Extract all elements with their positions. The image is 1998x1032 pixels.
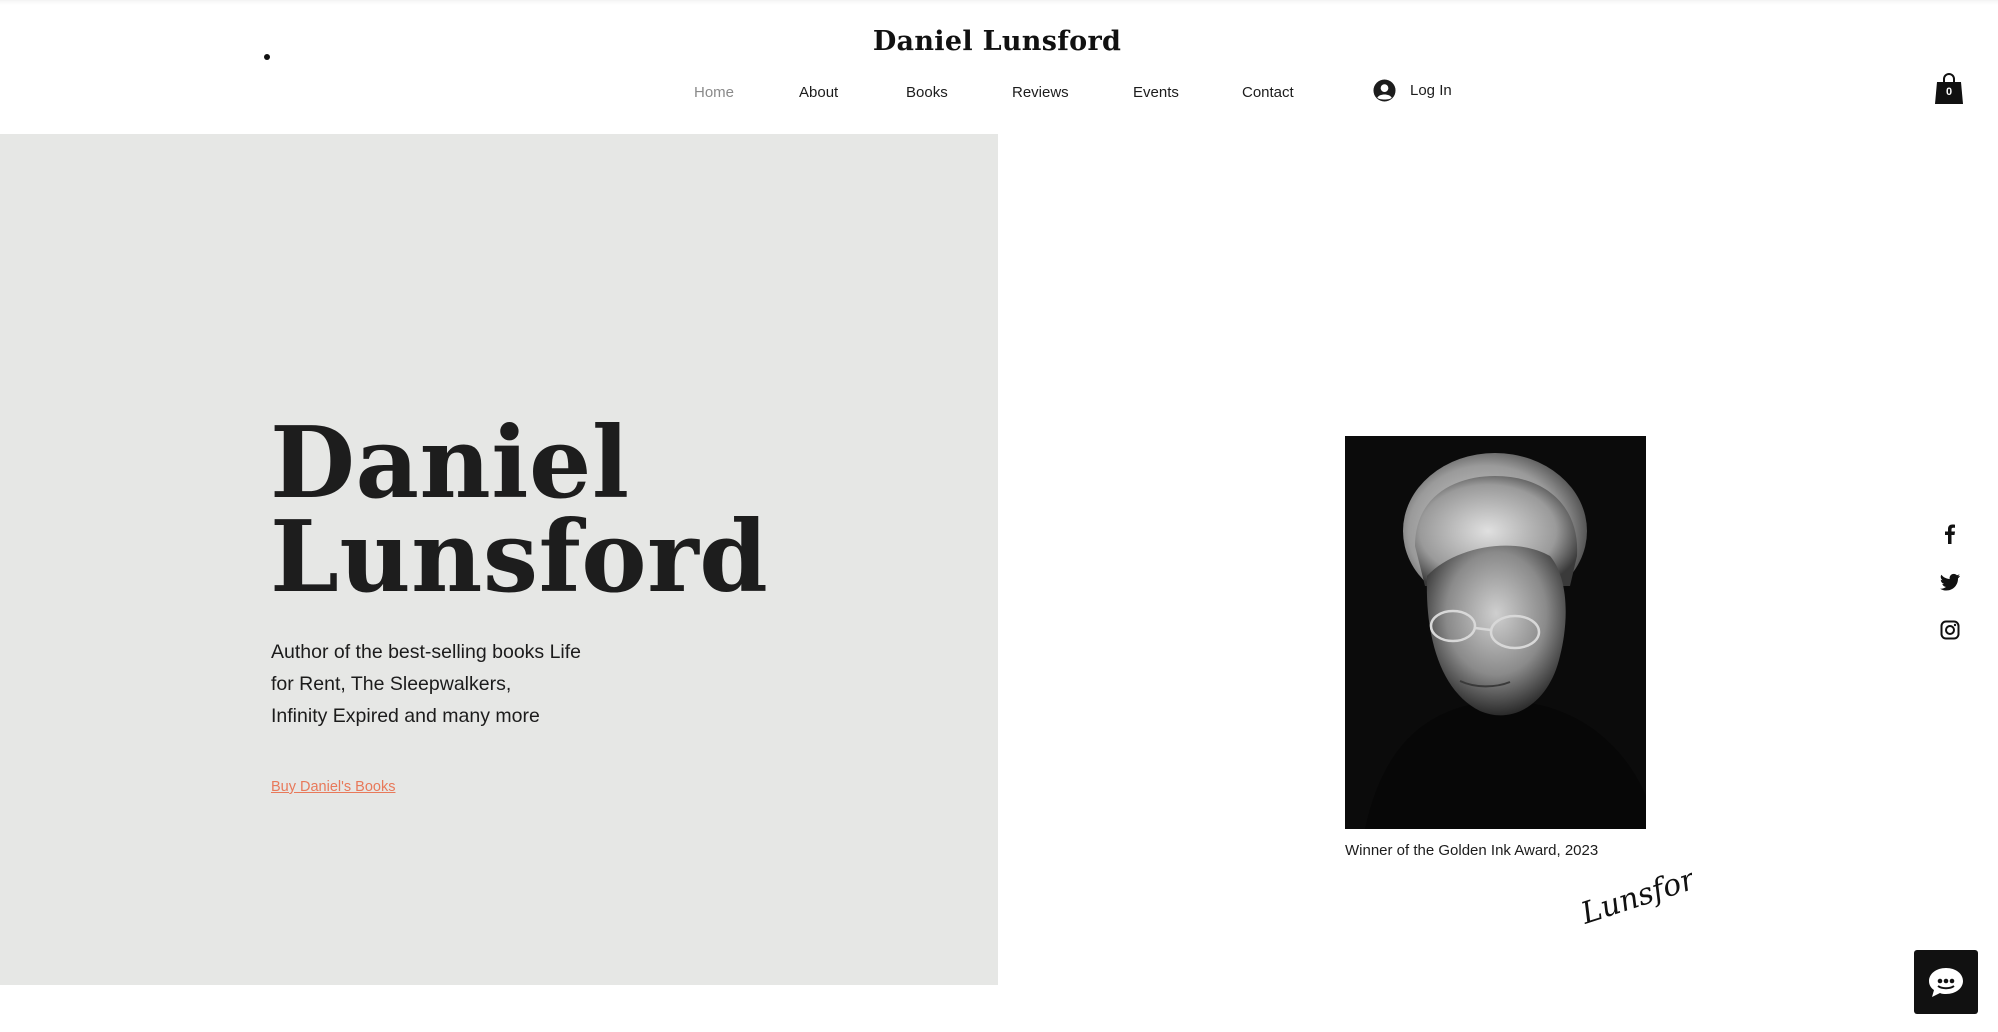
buy-books-link[interactable]: Buy Daniel's Books (271, 779, 395, 795)
user-avatar-icon (1373, 78, 1396, 102)
main-nav: Home About Books Reviews Events Contact (0, 84, 1998, 106)
login-label: Log In (1410, 81, 1452, 99)
twitter-icon (1940, 573, 1960, 591)
nav-item-home[interactable]: Home (694, 84, 734, 101)
cart-button[interactable]: 0 (1934, 72, 1964, 106)
hero-subtitle-line: Infinity Expired and many more (271, 705, 540, 727)
nav-item-books[interactable]: Books (906, 84, 948, 101)
site-title[interactable]: Daniel Lunsford (0, 26, 1994, 57)
signature-text: Lunsford (1576, 862, 1692, 924)
hero-subtitle-line: Author of the best-selling books Life (271, 641, 582, 663)
nav-item-contact[interactable]: Contact (1242, 84, 1294, 101)
twitter-link[interactable] (1938, 570, 1962, 594)
cart-count: 0 (1945, 86, 1953, 98)
hero-name-last: Lunsford (270, 500, 769, 615)
facebook-link[interactable] (1938, 522, 1962, 546)
signature: Lunsford (1572, 856, 1718, 932)
nav-item-reviews[interactable]: Reviews (1012, 84, 1069, 101)
portrait-illustration (1345, 436, 1646, 829)
hero-subtitle: Author of the best-selling books Life fo… (271, 636, 611, 732)
hero-name: Daniel Lunsford (270, 415, 768, 607)
login-button[interactable]: Log In (1373, 78, 1452, 102)
chat-icon (1929, 968, 1963, 997)
hero-subtitle-line: for Rent, The Sleepwalkers, (271, 673, 512, 695)
instagram-link[interactable] (1938, 618, 1962, 642)
nav-item-about[interactable]: About (799, 84, 838, 101)
author-portrait (1345, 436, 1646, 829)
award-caption: Winner of the Golden Ink Award, 2023 (1345, 842, 1599, 859)
hero-panel: Daniel Lunsford Author of the best-selli… (0, 134, 998, 985)
nav-item-events[interactable]: Events (1133, 84, 1179, 101)
instagram-icon (1940, 620, 1960, 640)
facebook-icon (1945, 524, 1955, 544)
site-header: Daniel Lunsford Home About Books Reviews… (0, 0, 1998, 134)
chat-button[interactable] (1914, 950, 1978, 1014)
